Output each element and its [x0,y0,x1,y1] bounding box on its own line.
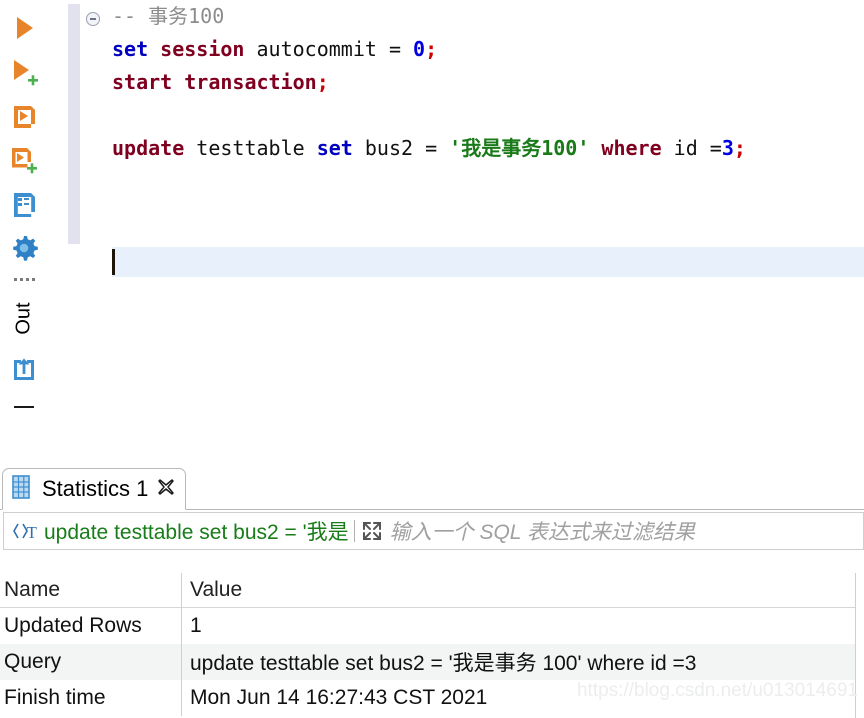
execute-script-button[interactable] [2,96,46,140]
results-panel: Statistics 1 T update testtable set bus2… [0,455,864,718]
grid-table-icon [11,474,33,505]
export-button[interactable] [2,350,46,394]
code-line[interactable] [112,99,864,132]
execute-statement-new-tab-button[interactable] [2,52,46,96]
column-header-name[interactable]: Name [0,573,182,607]
grid-header-row: Name Value [0,573,864,608]
filter-separator [353,520,355,542]
table-row[interactable]: Query update testtable set bus2 = '我是事务 … [0,644,864,680]
cell-name[interactable]: Query [0,644,182,680]
fold-collapse-icon[interactable] [86,12,100,26]
gear-icon [9,233,39,268]
settings-button[interactable] [2,228,46,272]
filter-placeholder[interactable]: 输入一个 SQL 表达式来过滤结果 [390,516,863,546]
script-execute-icon [10,102,38,135]
current-line-highlight [112,247,864,277]
cell-name[interactable]: Finish time [0,680,182,716]
dbeaver-sql-editor-window: Out -- 事务100 set session autocommit = 0; s… [0,0,864,718]
code-token: bus2 = [352,136,450,160]
sql-text-icon: T [4,520,42,542]
left-toolbar: Out [0,0,48,470]
statement-block-marker [68,4,80,244]
tab-statistics-1[interactable]: Statistics 1 [2,468,187,510]
code-token: set [316,136,353,160]
text-caret [112,249,115,275]
cell-value[interactable]: Mon Jun 14 16:27:43 CST 2021 [182,680,864,716]
toolbar-drag-handle[interactable] [2,272,46,286]
explain-plan-button[interactable] [2,184,46,228]
code-token: session [160,37,245,61]
result-filter-bar[interactable]: T update testtable set bus2 = '我是 输入一个 S… [3,512,864,550]
cell-value[interactable]: update testtable set bus2 = '我是事务 100' w… [182,644,864,680]
code-token: id = [661,136,722,160]
code-token: 3 [721,136,734,160]
code-token: 0 [413,37,426,61]
code-token: ; [425,37,438,61]
editor-code[interactable]: -- 事务100 set session autocommit = 0; start… [112,0,864,231]
play-plus-icon [10,58,38,91]
code-line[interactable]: start transaction; [112,66,864,99]
export-upload-icon [10,356,38,389]
expand-arrows-icon[interactable] [360,519,390,543]
close-icon[interactable] [157,478,175,501]
code-line[interactable]: -- 事务100 [112,0,864,33]
code-line[interactable] [112,165,864,198]
code-line[interactable] [112,198,864,231]
code-token: -- 事务100 [112,4,225,28]
out-group-label: Out [12,301,35,335]
code-token: set [112,37,149,61]
code-token: ; [316,70,329,94]
table-row[interactable]: Updated Rows 1 [0,608,864,644]
script-document-icon [10,190,38,223]
statistics-grid[interactable]: Name Value Updated Rows 1 Query update t… [0,573,864,718]
table-row[interactable]: Finish time Mon Jun 14 16:27:43 CST 2021 [0,680,864,716]
code-token: ; [733,136,746,160]
execute-script-new-tab-button[interactable] [2,140,46,184]
code-token: update [112,136,185,160]
filter-query-text[interactable]: update testtable set bus2 = '我是 [42,516,349,546]
play-icon [13,15,35,46]
execute-statement-button[interactable] [2,8,46,52]
code-token: testtable [184,136,317,160]
script-execute-plus-icon [9,145,39,180]
tab-label: Statistics 1 [42,476,149,501]
code-line[interactable]: set session autocommit = 0; [112,33,864,66]
cell-value[interactable]: 1 [182,608,864,644]
code-token: start transaction [112,70,317,94]
svg-text:T: T [27,523,38,542]
results-tabstrip: Statistics 1 [0,468,864,510]
code-token: autocommit = [244,37,414,61]
grid-vertical-scrollbar[interactable] [855,573,864,718]
code-token: '我是事务100' [449,136,590,160]
code-line[interactable]: update testtable set bus2 = '我是事务100' wh… [112,132,864,165]
cell-name[interactable]: Updated Rows [0,608,182,644]
toolbar-collapse-handle[interactable] [11,394,37,408]
sql-editor[interactable]: -- 事务100 set session autocommit = 0; start… [48,0,864,455]
code-token: where [601,136,662,160]
column-header-value[interactable]: Value [182,573,864,607]
